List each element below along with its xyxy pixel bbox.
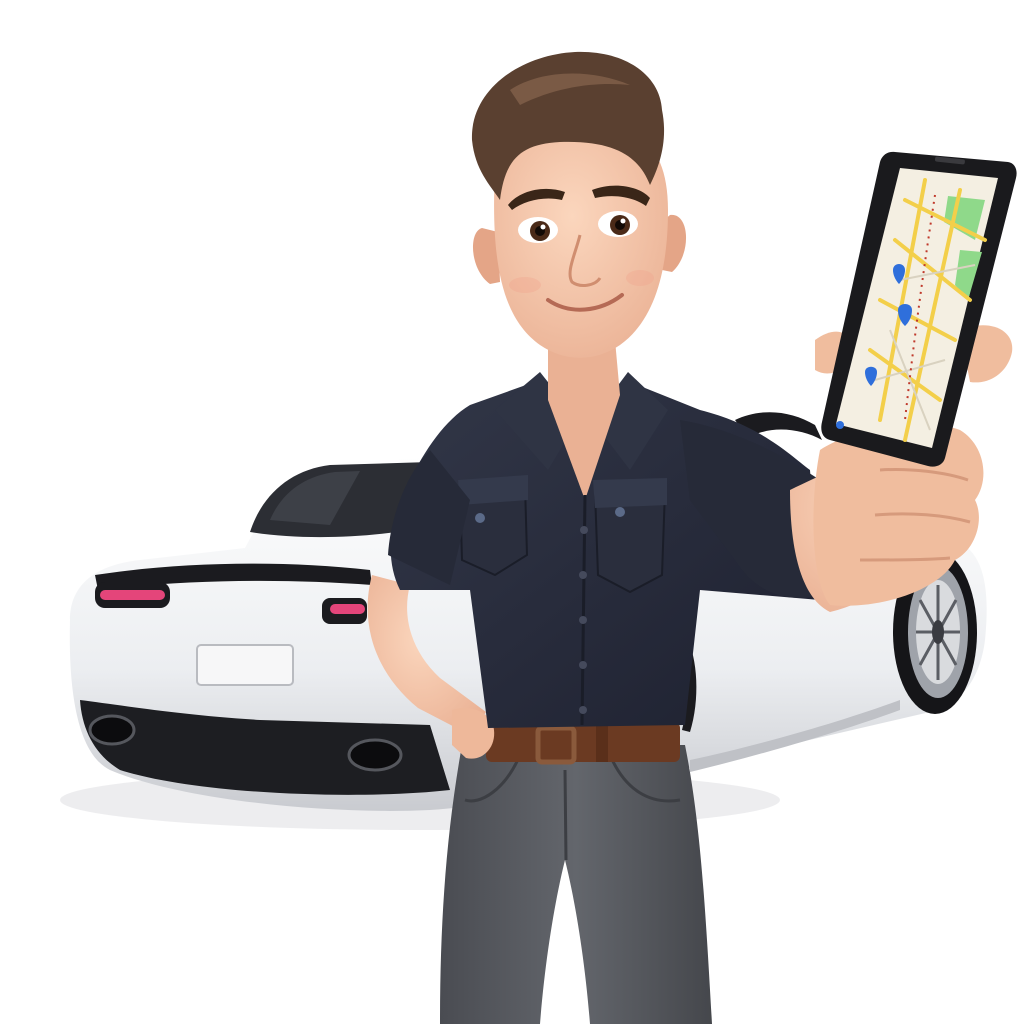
smartphone	[821, 151, 1017, 467]
pants-center-seam	[563, 769, 568, 861]
license-plate	[196, 644, 294, 686]
eye-right-shine	[620, 218, 626, 224]
pocket-button-right	[615, 507, 625, 517]
chest-pocket-right-flap	[593, 478, 667, 508]
cheek-right	[626, 270, 654, 286]
belt	[486, 722, 680, 762]
pants	[440, 745, 712, 1024]
cheek-left	[509, 277, 541, 293]
scene	[0, 0, 1024, 1024]
tail-light-right-glow	[330, 604, 365, 614]
map-pin-icon	[836, 421, 844, 429]
exhaust-right	[347, 738, 403, 772]
eye-left-shine	[540, 224, 546, 230]
tail-light-left-glow	[100, 590, 165, 600]
pocket-button-left	[475, 513, 485, 523]
cartoon-man	[367, 51, 1017, 1024]
illustration	[60, 51, 1017, 1024]
belt-loop	[596, 724, 608, 762]
exhaust-left	[88, 714, 136, 746]
